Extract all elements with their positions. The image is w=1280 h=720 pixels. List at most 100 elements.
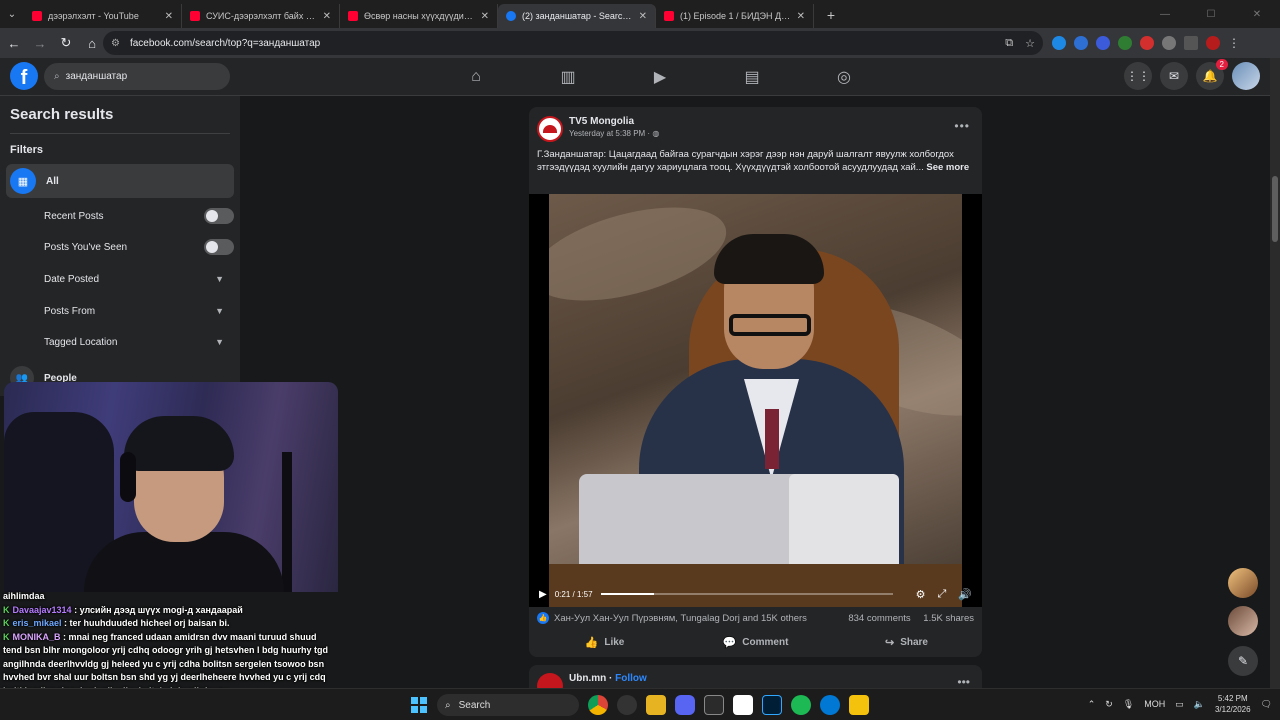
post-author-row: Ubn.mn · Follow [569,673,647,684]
filter-tagged-location[interactable]: Tagged Location ▼ [44,332,234,352]
browser-tab[interactable]: (1) Episode 1 / БИДЭН ДУНД / ✕ [656,4,814,28]
notion-icon[interactable] [733,695,753,715]
clock[interactable]: 5:42 PM 3/12/2026 [1215,693,1251,715]
extension-icon[interactable] [1096,36,1110,50]
reaction-names[interactable]: Хан-Уул Хан-Уул Пүрэвням, Tungalag Dorj … [554,613,838,624]
close-icon[interactable]: ✕ [797,11,805,22]
install-icon[interactable]: ⧉ [1005,37,1013,50]
home-icon[interactable]: ⌂ [80,31,104,55]
page-avatar[interactable] [537,116,563,142]
close-icon[interactable]: ✕ [481,11,489,22]
discord-icon[interactable] [675,695,695,715]
photoshop-icon[interactable] [762,695,782,715]
facebook-search-input[interactable]: ⌕ занданшатар [44,63,230,90]
close-icon[interactable]: ✕ [323,11,331,22]
video-nav-icon[interactable]: ▶ [614,58,706,96]
language-indicator[interactable]: МОН [1144,699,1165,709]
puzzle-icon[interactable] [1162,36,1176,50]
more-options-icon[interactable]: ••• [957,675,970,689]
chrome-icon[interactable] [588,695,608,715]
filter-date-posted[interactable]: Date Posted ▼ [44,269,234,289]
url-input[interactable]: ⚙ facebook.com/search/top?q=занданшатар … [103,31,1043,55]
sync-icon[interactable]: ↻ [1105,699,1113,710]
chat-badge-icon: K [3,631,10,642]
video-progress-bar[interactable] [601,593,893,595]
menu-grid-icon[interactable]: ⋮⋮ [1124,62,1152,90]
spotify-icon[interactable] [791,695,811,715]
tab-search-icon[interactable]: ⌄ [0,0,24,28]
taskbar-search[interactable]: ⌕ Search [437,694,579,716]
shares-count[interactable]: 1.5K shares [923,613,974,624]
volume-icon[interactable]: 🔊 [958,588,972,601]
profile-icon[interactable] [1206,36,1220,50]
like-button[interactable]: 👍 Like [529,630,680,654]
comments-count[interactable]: 834 comments [848,613,910,624]
post-author[interactable]: TV5 Mongolia [569,116,634,127]
capcut-icon[interactable] [704,695,724,715]
messenger-icon[interactable]: ✉ [1160,62,1188,90]
speaker-icon[interactable]: 🔈 [1194,699,1205,710]
browser-tab[interactable]: Өсвөр насны хүүхдүүдийн ай... ✕ [340,4,498,28]
browser-tab-active[interactable]: (2) занданшатар - Search Results ✕ [498,4,656,28]
post-timestamp[interactable]: Yesterday at 5:38 PM · ◍ [569,129,659,138]
tray-chevron-icon[interactable]: ⌃ [1088,699,1096,710]
extension-icon[interactable] [1118,36,1132,50]
extension-icon[interactable] [1052,36,1066,50]
settings-gear-icon[interactable]: ⚙ [916,588,926,601]
account-avatar[interactable] [1232,62,1260,90]
home-nav-icon[interactable]: ⌂ [430,58,522,96]
windows-start-icon[interactable] [411,697,427,713]
fullscreen-icon[interactable]: ⤢ [937,588,946,601]
recent-posts-toggle[interactable] [204,208,234,224]
file-explorer-icon[interactable] [646,695,666,715]
reload-icon[interactable]: ↻ [54,31,78,55]
extensions-area: ⋮ [1052,31,1240,55]
share-button[interactable]: ↪ Share [831,630,982,654]
notifications-bell-icon[interactable]: 🔔 2 [1196,59,1228,90]
extension-icon[interactable] [1074,36,1088,50]
marketplace-nav-icon[interactable]: ▤ [706,58,798,96]
feeds-nav-icon[interactable]: ▥ [522,58,614,96]
system-tray: ⌃ ↻ 🎙 МОН ▭ 🔈 5:42 PM 3/12/2026 🗨 [1088,693,1272,715]
filter-label: Posts You've Seen [44,241,128,253]
contact-avatar[interactable] [1228,568,1258,598]
maximize-icon[interactable]: ☐ [1188,0,1234,28]
filter-posts-from[interactable]: Posts From ▼ [44,301,234,321]
posts-seen-toggle[interactable] [204,239,234,255]
more-options-icon[interactable]: ••• [954,119,970,133]
media-icon[interactable] [1184,36,1198,50]
browser-tab[interactable]: СУИС-дээрэлхэлт байх ёстой ажил ✕ [182,4,340,28]
network-icon[interactable]: ▭ [1175,699,1184,710]
back-icon[interactable]: ← [2,31,26,55]
scrollbar-thumb[interactable] [1272,176,1278,242]
forward-icon[interactable]: → [28,31,52,55]
post-video[interactable]: ▶ 0:21 / 1:57 ⚙ ⤢ 🔊 [529,194,982,607]
minimize-icon[interactable]: — [1142,0,1188,28]
contact-avatar[interactable] [1228,606,1258,636]
groups-nav-icon[interactable]: ◎ [798,58,890,96]
close-icon[interactable]: ✕ [165,11,173,22]
comment-button[interactable]: 💬 Comment [680,630,831,654]
browser-tab[interactable]: дээрэлхэлт - YouTube ✕ [24,4,182,28]
extension-icon[interactable] [1140,36,1154,50]
see-more-link[interactable]: See more [926,162,969,173]
close-window-icon[interactable]: ✕ [1234,0,1280,28]
edge-icon[interactable] [820,695,840,715]
follow-link[interactable]: Follow [615,673,647,684]
bookmark-star-icon[interactable]: ☆ [1025,37,1035,50]
new-message-icon[interactable]: ✎ [1228,646,1258,676]
site-info-icon[interactable]: ⚙ [111,38,120,49]
sticky-notes-icon[interactable] [849,695,869,715]
notification-center-icon[interactable]: 🗨 [1261,699,1272,710]
filter-all[interactable]: ▦ All [6,164,234,198]
page-scrollbar[interactable] [1270,58,1280,688]
post-author[interactable]: Ubn.mn [569,673,606,684]
close-icon[interactable]: ✕ [639,11,647,22]
menu-icon[interactable]: ⋮ [1228,36,1240,50]
mic-icon[interactable]: 🎙 [1123,699,1134,710]
play-icon[interactable]: ▶ [539,589,547,600]
new-tab-button[interactable]: + [820,4,842,26]
search-result-post: TV5 Mongolia Yesterday at 5:38 PM · ◍ ••… [529,107,982,657]
obs-icon[interactable] [617,695,637,715]
facebook-logo[interactable]: f [10,62,38,90]
